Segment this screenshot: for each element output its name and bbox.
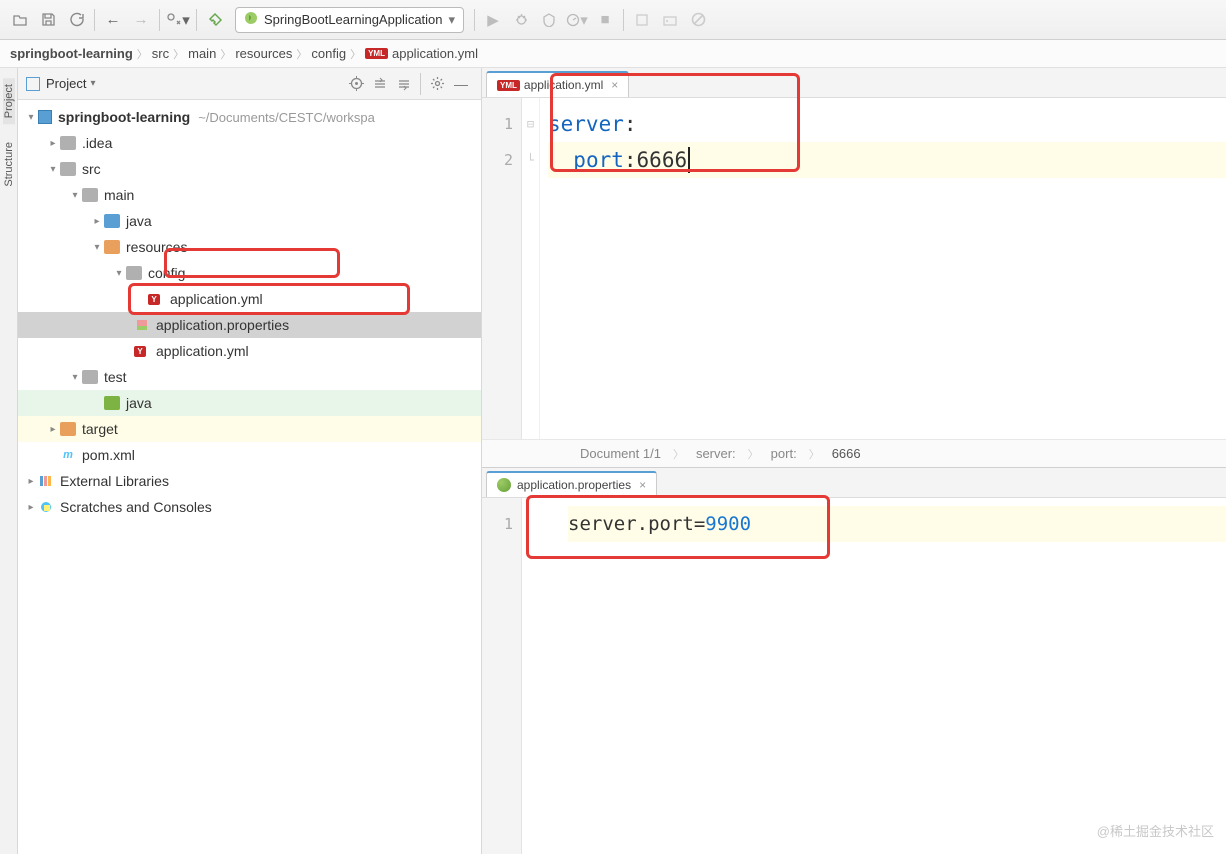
breadcrumb-root[interactable]: springboot-learning〉 (10, 46, 152, 62)
resources-folder-icon (104, 240, 120, 254)
close-icon[interactable]: × (639, 478, 646, 492)
breadcrumb-item[interactable]: main〉 (188, 46, 235, 62)
breadcrumb-item[interactable]: resources〉 (235, 46, 311, 62)
avd-icon[interactable] (629, 7, 655, 33)
editor-tab-properties[interactable]: application.properties × (486, 471, 657, 497)
editor-tabs: application.properties × (482, 468, 1226, 498)
tree-node-resources[interactable]: ▾resources (18, 234, 481, 260)
breadcrumb-value[interactable]: 6666 (832, 446, 861, 461)
tree-node-app-yml[interactable]: Yapplication.yml (18, 286, 481, 312)
folder-icon (126, 266, 142, 280)
scratches-icon (38, 500, 54, 514)
source-folder-icon (104, 214, 120, 228)
code-area[interactable]: server.port=9900 (522, 498, 1226, 854)
tree-node-app-properties[interactable]: application.properties (18, 312, 481, 338)
locate-icon[interactable] (345, 73, 367, 95)
tree-root[interactable]: ▾ springboot-learning ~/Documents/CESTC/… (18, 104, 481, 130)
build-icon[interactable] (202, 7, 228, 33)
debug-icon[interactable] (508, 7, 534, 33)
libraries-icon (38, 474, 54, 488)
expand-all-icon[interactable] (369, 73, 391, 95)
gear-icon[interactable] (426, 73, 448, 95)
maven-icon: m (60, 448, 76, 462)
editor-pane-yml: YML application.yml × 1 2 ⊟ └ se (482, 68, 1226, 468)
tree-node-target[interactable]: ▸target (18, 416, 481, 442)
code-area[interactable]: server: port: 6666 (540, 98, 1226, 439)
tree-node-src[interactable]: ▾src (18, 156, 481, 182)
gutter: 1 2 (482, 98, 522, 439)
gutter: 1 (482, 498, 522, 854)
close-icon[interactable]: × (611, 78, 618, 92)
chevron-down-icon: ▾ (449, 12, 456, 28)
fold-icon[interactable]: ⊟ (522, 106, 539, 142)
coverage-icon[interactable] (536, 7, 562, 33)
fold-end-icon: └ (522, 142, 539, 178)
tree-node-scratches[interactable]: ▸Scratches and Consoles (18, 494, 481, 520)
stop-icon[interactable]: ■ (592, 7, 618, 33)
folder-icon (60, 162, 76, 176)
folder-icon (82, 188, 98, 202)
sdk-icon[interactable] (657, 7, 683, 33)
tree-node-idea[interactable]: ▸.idea (18, 130, 481, 156)
test-folder-icon (104, 396, 120, 410)
yml-badge-icon: YML (497, 80, 520, 91)
editor-properties[interactable]: 1 server.port=9900 (482, 498, 1226, 854)
module-icon (38, 110, 52, 124)
editor-tabs: YML application.yml × (482, 68, 1226, 98)
chevron-down-icon[interactable]: ▾ (90, 78, 95, 89)
hide-icon[interactable]: — (450, 73, 472, 95)
navigation-bar: springboot-learning〉 src〉 main〉 resource… (0, 40, 1226, 68)
tree-node-app-yml2[interactable]: Yapplication.yml (18, 338, 481, 364)
editor-pane-properties: application.properties × 1 server.port=9… (482, 468, 1226, 854)
editor-tab-yml[interactable]: YML application.yml × (486, 71, 629, 97)
breadcrumb-item[interactable]: config〉 (311, 46, 365, 62)
tree-node-test-java[interactable]: java (18, 390, 481, 416)
tool-window-stripe: Project Structure (0, 68, 18, 854)
vcs-icon[interactable]: ▾ (165, 7, 191, 33)
breadcrumb-doc[interactable]: Document 1/1 (580, 446, 661, 461)
tree-node-test[interactable]: ▾test (18, 364, 481, 390)
tree-node-config[interactable]: ▾config (18, 260, 481, 286)
project-tool-tab[interactable]: Project (3, 78, 15, 124)
breadcrumb-key[interactable]: port: (771, 446, 797, 461)
properties-file-icon (134, 318, 150, 332)
deny-icon[interactable] (685, 7, 711, 33)
run-config-label: SpringBootLearningApplication (264, 12, 443, 27)
folder-icon (60, 136, 76, 150)
save-icon[interactable] (35, 7, 61, 33)
refresh-icon[interactable] (63, 7, 89, 33)
run-config-selector[interactable]: SpringBootLearningApplication ▾ (235, 7, 464, 33)
project-view-icon (26, 77, 40, 91)
project-tree[interactable]: ▾ springboot-learning ~/Documents/CESTC/… (18, 100, 481, 854)
breadcrumb-file[interactable]: YML application.yml (365, 46, 478, 61)
run-icon[interactable]: ▶ (480, 7, 506, 33)
yml-file-icon: Y (148, 292, 164, 306)
main-toolbar: ← → ▾ SpringBootLearningApplication ▾ ▶ … (0, 0, 1226, 40)
editor-breadcrumb: Document 1/1〉 server:〉 port:〉 6666 (482, 439, 1226, 467)
back-icon[interactable]: ← (100, 7, 126, 33)
editor-yml[interactable]: 1 2 ⊟ └ server: port: 6666 (482, 98, 1226, 439)
text-cursor (688, 147, 690, 173)
fold-column[interactable]: ⊟ └ (522, 98, 540, 439)
collapse-all-icon[interactable] (393, 73, 415, 95)
project-pane: Project ▾ — ▾ springboot-learning (18, 68, 482, 854)
tree-node-pom[interactable]: mpom.xml (18, 442, 481, 468)
project-pane-title: Project (46, 76, 86, 91)
spring-leaf-icon (497, 478, 511, 492)
structure-tool-tab[interactable]: Structure (3, 136, 15, 193)
tree-node-main[interactable]: ▾main (18, 182, 481, 208)
editor-area: YML application.yml × 1 2 ⊟ └ se (482, 68, 1226, 854)
tree-node-java[interactable]: ▸java (18, 208, 481, 234)
project-pane-header: Project ▾ — (18, 68, 481, 100)
profile-icon[interactable]: ▾ (564, 7, 590, 33)
tree-node-ext-libs[interactable]: ▸External Libraries (18, 468, 481, 494)
yml-file-icon: Y (134, 344, 150, 358)
yml-badge-icon: YML (365, 48, 388, 59)
folder-icon (82, 370, 98, 384)
forward-icon[interactable]: → (128, 7, 154, 33)
breadcrumb-key[interactable]: server: (696, 446, 736, 461)
excluded-folder-icon (60, 422, 76, 436)
breadcrumb-item[interactable]: src〉 (152, 46, 188, 62)
open-icon[interactable] (7, 7, 33, 33)
